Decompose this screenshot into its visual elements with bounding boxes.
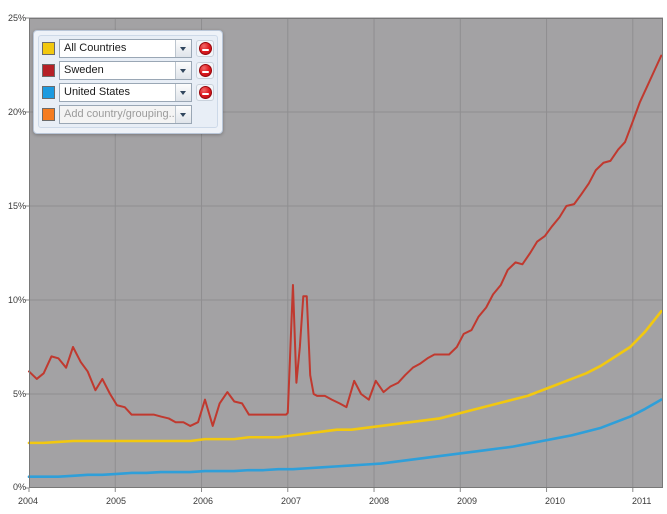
chevron-down-icon[interactable] [175,106,191,123]
y-axis-tick-0: 0% [12,482,26,492]
chevron-down-icon[interactable] [175,84,191,101]
legend-row-add-series[interactable]: Add country/grouping.. [42,105,214,124]
x-axis-tick-2009: 2009 [457,496,478,506]
x-axis-tick-2006: 2006 [193,496,214,506]
series-select-label-united-states: United States [64,86,131,98]
y-axis-tick-10: 10% [7,295,26,305]
series-color-swatch-sweden [42,64,55,77]
remove-series-button-united-states[interactable] [196,84,214,101]
minus-bar-icon [202,48,209,51]
chevron-down-icon[interactable] [175,62,191,79]
x-axis-tick-2004: 2004 [18,496,39,506]
series-legend-list: All Countries Sweden United States Add c… [38,35,218,128]
minus-bar-icon [202,92,209,95]
x-axis-tick-2008: 2008 [369,496,390,506]
series-select-label-sweden: Sweden [64,64,104,76]
series-select-all-countries[interactable]: All Countries [59,39,192,58]
add-country-select[interactable]: Add country/grouping.. [59,105,192,124]
series-color-swatch-united-states [42,86,55,99]
series-color-swatch-next [42,108,55,121]
chart-container: 25% 20% 15% 10% 5% 0% 2004 2005 2006 200… [0,0,667,514]
legend-row-united-states[interactable]: United States [42,83,214,102]
y-axis-tick-25: 25% [7,13,26,23]
y-axis-tick-20: 20% [7,107,26,117]
series-select-sweden[interactable]: Sweden [59,61,192,80]
legend-row-sweden[interactable]: Sweden [42,61,214,80]
x-axis-tick-2007: 2007 [281,496,302,506]
y-axis-tick-15: 15% [7,201,26,211]
legend-row-all-countries[interactable]: All Countries [42,39,214,58]
x-axis-tick-2010: 2010 [545,496,566,506]
minus-bar-icon [202,70,209,73]
add-country-placeholder: Add country/grouping.. [64,108,175,120]
x-axis-tick-2005: 2005 [106,496,127,506]
remove-series-button-all-countries[interactable] [196,40,214,57]
remove-series-button-sweden[interactable] [196,62,214,79]
y-axis-tick-5: 5% [12,389,26,399]
series-color-swatch-all-countries [42,42,55,55]
series-legend-panel: All Countries Sweden United States Add c… [33,30,223,134]
chevron-down-icon[interactable] [175,40,191,57]
series-select-united-states[interactable]: United States [59,83,192,102]
x-axis-tick-2011: 2011 [632,496,652,506]
series-select-label-all-countries: All Countries [64,42,127,54]
